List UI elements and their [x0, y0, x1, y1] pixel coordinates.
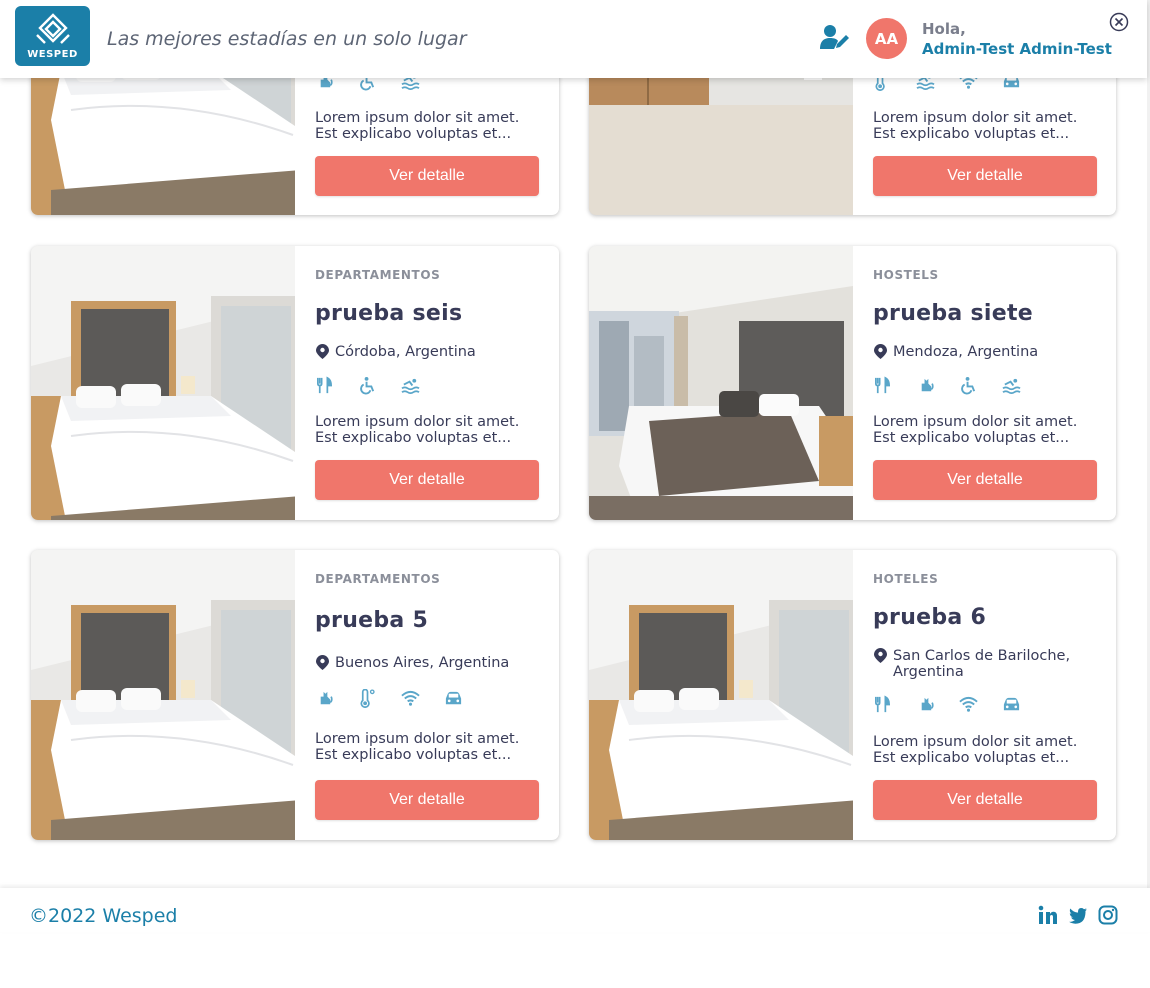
location: Córdoba, Argentina	[315, 344, 525, 360]
fork-knife-icon	[873, 375, 916, 395]
username[interactable]: Admin-Test Admin-Test	[922, 40, 1112, 58]
listing-title[interactable]: prueba 5	[315, 608, 428, 633]
logo-mark-icon	[35, 12, 70, 44]
footer: ©2022 Wesped	[0, 888, 1150, 932]
description: Lorem ipsum dolor sit amet. Est explicab…	[873, 110, 1078, 142]
thermometer-icon	[358, 688, 401, 708]
description: Lorem ipsum dolor sit amet. Est explicab…	[315, 414, 520, 446]
location-text: San Carlos de Bariloche, Argentina	[893, 648, 1071, 680]
listing-photo[interactable]	[31, 246, 295, 520]
view-detail-button[interactable]: Ver detalle	[315, 156, 539, 196]
amenities-list	[873, 694, 1045, 714]
listing-title[interactable]: prueba 6	[873, 605, 986, 630]
listing-card: HOSTELS prueba siete Mendoza, Argentina …	[589, 246, 1116, 520]
fork-knife-icon	[873, 694, 916, 714]
car-icon	[1002, 694, 1045, 714]
amenities-list	[315, 688, 487, 708]
wheelchair-icon	[959, 375, 1002, 395]
listing-card: HOTELES prueba 6 San Carlos de Bariloche…	[589, 550, 1116, 840]
map-pin-icon	[874, 648, 887, 663]
location: San Carlos de Bariloche, Argentina	[873, 648, 1083, 680]
category-label: DEPARTAMENTOS	[315, 268, 441, 282]
listing-card: DEPARTAMENTOS prueba 5 Buenos Aires, Arg…	[31, 550, 559, 840]
wesped-logo[interactable]: WESPED	[15, 6, 90, 66]
slogan: Las mejores estadías en un solo lugar	[107, 28, 467, 50]
close-icon[interactable]	[1109, 12, 1129, 32]
description: Lorem ipsum dolor sit amet. Est explicab…	[315, 110, 520, 142]
category-label: HOSTELS	[873, 268, 939, 282]
location-text: Mendoza, Argentina	[893, 344, 1039, 360]
car-icon	[444, 688, 487, 708]
wifi-icon	[401, 688, 444, 708]
greeting: Hola,	[922, 20, 966, 38]
view-detail-button[interactable]: Ver detalle	[873, 780, 1097, 820]
listing-photo[interactable]	[31, 550, 295, 840]
location: Buenos Aires, Argentina	[315, 655, 525, 671]
amenities-list	[873, 375, 1045, 395]
listing-photo[interactable]	[589, 550, 853, 840]
map-pin-icon	[874, 344, 887, 359]
wheelchair-icon	[358, 375, 401, 395]
view-detail-button[interactable]: Ver detalle	[315, 780, 539, 820]
listing-photo[interactable]	[589, 246, 853, 520]
category-label: DEPARTAMENTOS	[315, 572, 441, 586]
location-text: Buenos Aires, Argentina	[335, 655, 510, 671]
map-pin-icon	[316, 344, 329, 359]
cat-icon	[916, 375, 959, 395]
cat-icon	[315, 688, 358, 708]
avatar[interactable]: AA	[866, 18, 907, 59]
fork-knife-icon	[315, 375, 358, 395]
instagram-icon[interactable]	[1098, 905, 1118, 925]
description: Lorem ipsum dolor sit amet. Est explicab…	[873, 414, 1078, 446]
top-header: WESPED Las mejores estadías en un solo l…	[0, 0, 1147, 78]
location: Mendoza, Argentina	[873, 344, 1083, 360]
logo-text: WESPED	[27, 48, 78, 60]
cat-icon	[916, 694, 959, 714]
map-pin-icon	[316, 655, 329, 670]
view-detail-button[interactable]: Ver detalle	[873, 156, 1097, 196]
category-label: HOTELES	[873, 572, 939, 586]
user-edit-icon[interactable]	[820, 24, 850, 50]
description: Lorem ipsum dolor sit amet. Est explicab…	[873, 734, 1078, 766]
pool-icon	[1002, 375, 1045, 395]
copyright: ©2022 Wesped	[29, 905, 178, 927]
listing-title[interactable]: prueba siete	[873, 301, 1033, 326]
listing-card: DEPARTAMENTOS prueba seis Córdoba, Argen…	[31, 246, 559, 520]
location-text: Córdoba, Argentina	[335, 344, 476, 360]
view-detail-button[interactable]: Ver detalle	[315, 460, 539, 500]
wifi-icon	[959, 694, 1002, 714]
view-detail-button[interactable]: Ver detalle	[873, 460, 1097, 500]
pool-icon	[401, 375, 444, 395]
twitter-icon[interactable]	[1068, 905, 1088, 925]
amenities-list	[315, 375, 444, 395]
linkedin-icon[interactable]	[1038, 905, 1058, 925]
description: Lorem ipsum dolor sit amet. Est explicab…	[315, 731, 520, 763]
listing-title[interactable]: prueba seis	[315, 301, 462, 326]
